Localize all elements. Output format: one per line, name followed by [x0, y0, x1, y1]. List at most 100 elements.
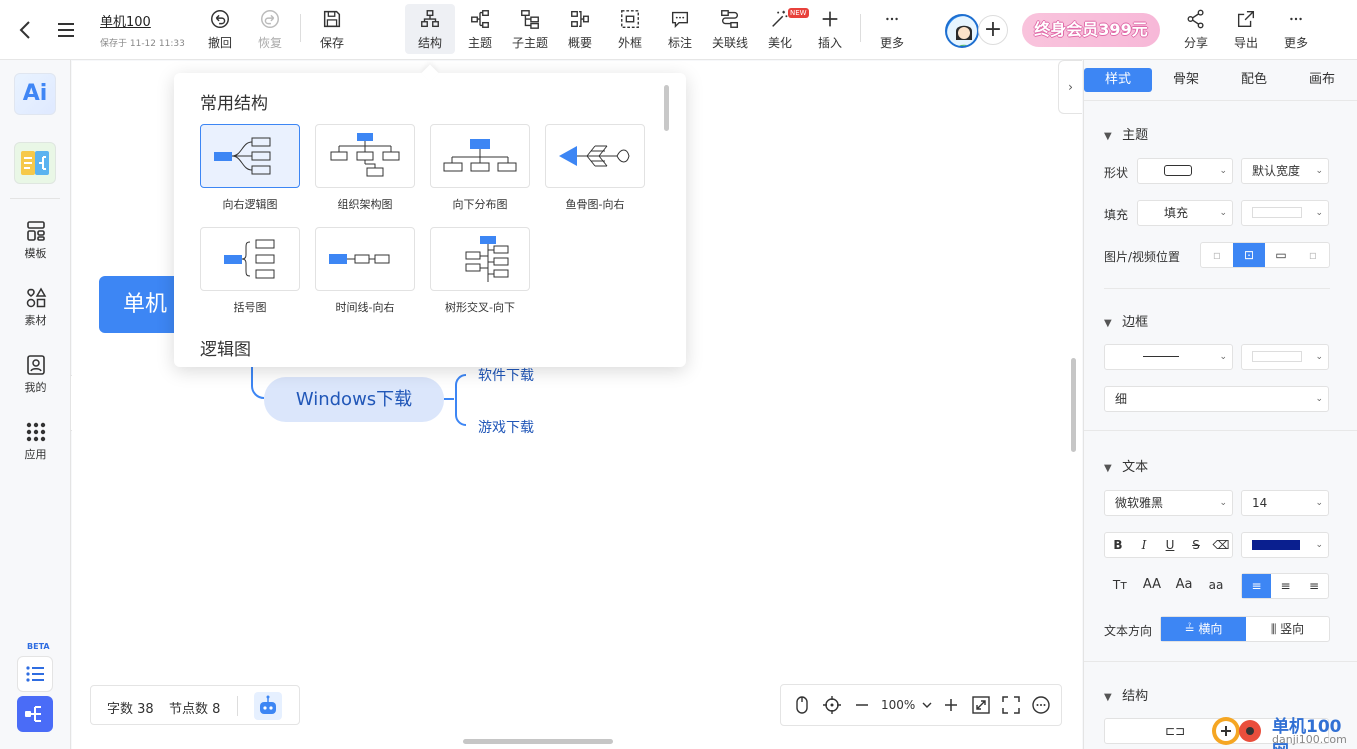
- zoom-out-icon[interactable]: [852, 695, 872, 715]
- font-family-value: 微软雅黑: [1115, 496, 1164, 510]
- frame-button[interactable]: 外框: [605, 4, 655, 54]
- shape-select[interactable]: ⌄: [1137, 158, 1233, 184]
- align-center-icon[interactable]: ≡: [1271, 574, 1300, 598]
- media-pos-bottom[interactable]: ▭: [1265, 243, 1297, 267]
- media-pos-right[interactable]: ▫: [1297, 243, 1329, 267]
- assistant-robot-button[interactable]: [254, 692, 282, 720]
- align-left-icon[interactable]: ≡: [1242, 574, 1271, 598]
- relation-line-button[interactable]: 关联线: [705, 4, 755, 54]
- structure-timeline-right[interactable]: [315, 227, 415, 291]
- sidebar-item-materials[interactable]: 素材: [0, 286, 71, 328]
- structure-button[interactable]: 结构: [405, 4, 455, 54]
- redo-button[interactable]: 恢复: [245, 4, 295, 54]
- template-icon: [26, 221, 45, 241]
- case-option[interactable]: Aa: [1168, 573, 1200, 597]
- share-button[interactable]: 分享: [1171, 4, 1221, 54]
- membership-promo-button[interactable]: 终身会员399元: [1022, 13, 1160, 47]
- strikethrough-button[interactable]: S: [1183, 533, 1209, 557]
- sidebar-item-templates[interactable]: 模板: [0, 219, 71, 261]
- align-right-icon[interactable]: ≡: [1300, 574, 1328, 598]
- section-text[interactable]: ▼ 文本: [1104, 456, 1148, 475]
- zoom-dropdown-icon[interactable]: [917, 695, 937, 715]
- mindmap-app-button[interactable]: [14, 142, 56, 184]
- structure-bracket[interactable]: [200, 227, 300, 291]
- section-theme[interactable]: ▼ 主题: [1104, 124, 1148, 143]
- more-tools-button[interactable]: 更多: [867, 4, 917, 54]
- sidebar-item-mine[interactable]: 我的: [0, 353, 71, 395]
- mouse-icon[interactable]: [792, 695, 812, 715]
- border-color-select[interactable]: ⌄: [1241, 344, 1329, 370]
- more-circle-icon[interactable]: [1031, 695, 1051, 715]
- horizontal-scrollbar[interactable]: [463, 739, 613, 744]
- right-panel: 样式 骨架 配色 画布 ▼ 主题 形状 ⌄ 默认宽度 ⌄ 填充 填充 ⌄ ⌄ 图片/…: [1083, 60, 1357, 749]
- right-panel-toggle[interactable]: ›: [1058, 60, 1082, 114]
- subtopic-button[interactable]: 子主题: [505, 4, 555, 54]
- site-watermark: 单机100网 danji100.com: [1210, 712, 1357, 749]
- direction-horizontal-button[interactable]: ≟ 横向: [1161, 617, 1246, 641]
- tab-canvas[interactable]: 画布: [1288, 68, 1356, 92]
- border-style-select[interactable]: ⌄: [1104, 344, 1233, 370]
- fill-color-select[interactable]: ⌄: [1241, 200, 1329, 226]
- outline-view-button[interactable]: [17, 656, 53, 692]
- bold-button[interactable]: B: [1105, 533, 1131, 557]
- case-option[interactable]: AA: [1136, 573, 1168, 597]
- structure-fishbone-right[interactable]: [545, 124, 645, 188]
- beautify-button[interactable]: NEW 美化: [755, 4, 809, 54]
- text-color-select[interactable]: ⌄: [1241, 532, 1329, 558]
- case-option[interactable]: Tт: [1104, 573, 1136, 597]
- font-size-select[interactable]: 14 ⌄: [1241, 490, 1329, 516]
- zoom-level[interactable]: 100%: [881, 698, 915, 712]
- mindmap-view-button[interactable]: [17, 696, 53, 732]
- case-option[interactable]: aa: [1200, 573, 1232, 597]
- structure-org-chart[interactable]: [315, 124, 415, 188]
- summary-button[interactable]: 概要: [555, 4, 605, 54]
- subtopic-game-download[interactable]: 游戏下载: [478, 417, 534, 437]
- fullscreen-icon[interactable]: [1001, 695, 1021, 715]
- structure-down-distribution[interactable]: [430, 124, 530, 188]
- tab-style[interactable]: 样式: [1084, 68, 1152, 92]
- topic-button[interactable]: 主题: [455, 4, 505, 54]
- direction-vertical-button[interactable]: ⫼ 竖向: [1246, 617, 1329, 641]
- italic-button[interactable]: I: [1131, 533, 1157, 557]
- font-family-select[interactable]: 微软雅黑 ⌄: [1104, 490, 1233, 516]
- save-button[interactable]: 保存: [307, 4, 357, 54]
- back-icon[interactable]: [14, 18, 38, 42]
- structure-mini-icon: ⊏⊐: [1165, 724, 1186, 738]
- more-button[interactable]: 更多: [1271, 4, 1321, 54]
- add-collaborator-button[interactable]: +: [978, 15, 1008, 45]
- topic-node-windows[interactable]: Windows下载: [264, 377, 444, 422]
- section-structure[interactable]: ▼ 结构: [1104, 685, 1148, 704]
- ai-button[interactable]: Ai: [14, 73, 56, 115]
- tab-skeleton[interactable]: 骨架: [1152, 68, 1220, 92]
- structure-logic-right[interactable]: [200, 124, 300, 188]
- subtopic-software-download[interactable]: 软件下载: [478, 365, 534, 385]
- undo-button[interactable]: 撤回: [195, 4, 245, 54]
- chevron-down-icon: ▼: [1104, 318, 1112, 329]
- annotation-button[interactable]: 标注: [655, 4, 705, 54]
- zoom-in-icon[interactable]: [941, 695, 961, 715]
- vertical-scrollbar[interactable]: [1071, 358, 1076, 452]
- save-icon: [323, 10, 341, 28]
- structure-tree-cross-down[interactable]: [430, 227, 530, 291]
- undo-icon: [211, 10, 229, 28]
- menu-icon[interactable]: [54, 18, 78, 42]
- avatar[interactable]: [945, 14, 979, 48]
- document-title[interactable]: 单机100: [100, 11, 151, 30]
- eraser-icon[interactable]: ⌫: [1209, 533, 1233, 557]
- sidebar-item-apps[interactable]: 应用: [0, 420, 71, 462]
- width-select[interactable]: 默认宽度 ⌄: [1241, 158, 1329, 184]
- border-weight-select[interactable]: 细 ⌄: [1104, 386, 1329, 412]
- section-border[interactable]: ▼ 边框: [1104, 311, 1148, 330]
- underline-button[interactable]: U: [1157, 533, 1183, 557]
- tab-color-scheme[interactable]: 配色: [1220, 68, 1288, 92]
- insert-button[interactable]: 插入: [805, 4, 855, 54]
- popup-scrollbar[interactable]: [664, 85, 669, 131]
- relation-line-icon: [721, 10, 739, 28]
- media-pos-top[interactable]: ⊡: [1233, 243, 1265, 267]
- structure-label: 组织架构图: [337, 198, 393, 211]
- export-button[interactable]: 导出: [1221, 4, 1271, 54]
- fill-select[interactable]: 填充 ⌄: [1137, 200, 1233, 226]
- media-pos-left[interactable]: ▫: [1201, 243, 1233, 267]
- fit-screen-icon[interactable]: [971, 695, 991, 715]
- locate-icon[interactable]: [822, 695, 842, 715]
